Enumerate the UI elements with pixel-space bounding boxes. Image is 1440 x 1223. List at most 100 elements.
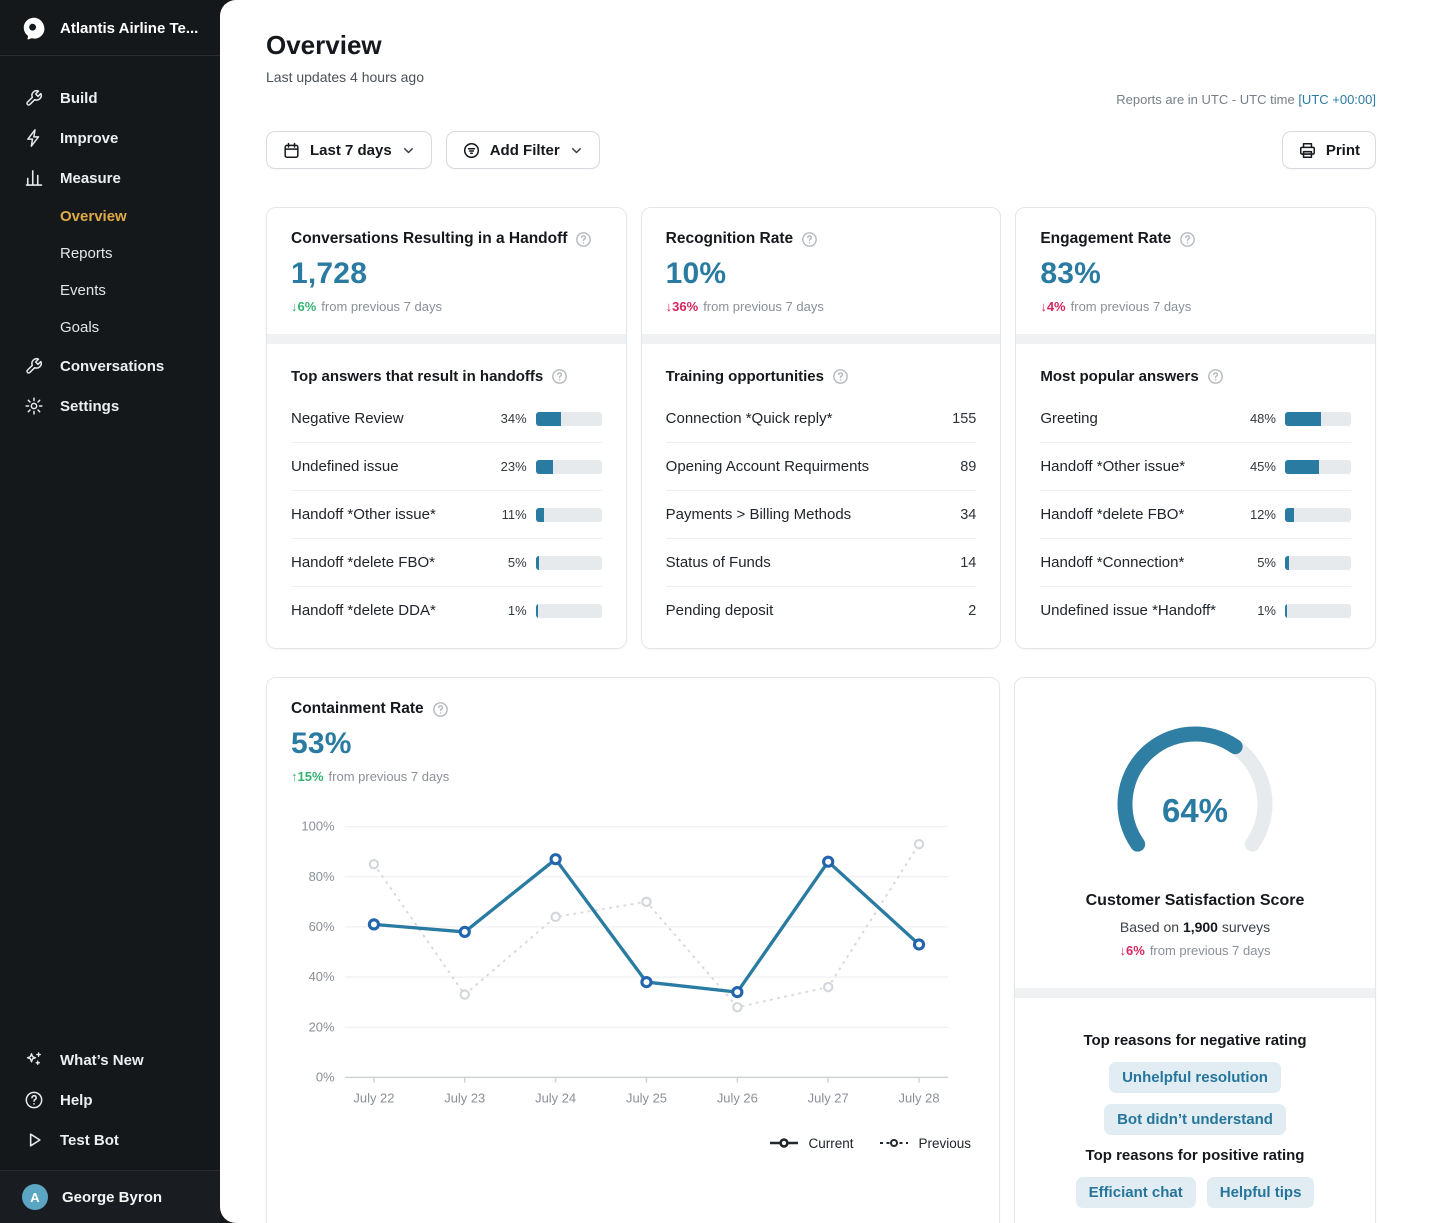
csat-card: 64% Customer Satisfaction Score Based on…: [1014, 677, 1376, 1223]
help-icon[interactable]: [551, 368, 568, 385]
timezone-text: Reports are in UTC - UTC time: [1116, 92, 1294, 107]
wrench-icon: [24, 88, 44, 108]
sidebar-item-events[interactable]: Events: [0, 272, 220, 309]
row-label: Handoff *delete DDA*: [291, 602, 436, 619]
sidebar-spacer: [0, 426, 220, 1040]
play-icon: [24, 1130, 44, 1150]
svg-text:July 28: July 28: [899, 1090, 940, 1105]
svg-text:July 27: July 27: [808, 1090, 849, 1105]
sidebar-item-improve[interactable]: Improve: [0, 118, 220, 158]
list-row: Pending deposit2: [666, 587, 977, 634]
row-bar: [536, 556, 602, 570]
row-count: 34: [960, 507, 976, 523]
workspace-switcher[interactable]: Atlantis Airline Te...: [0, 0, 220, 56]
row-bar: [536, 460, 602, 474]
list-row: Negative Review34%: [291, 395, 602, 443]
help-icon[interactable]: [575, 231, 592, 248]
sidebar-item-what-s-new[interactable]: What’s New: [0, 1040, 220, 1080]
help-icon[interactable]: [1179, 231, 1196, 248]
row-label: Handoff *Other issue*: [291, 506, 436, 523]
section-divider: [267, 334, 626, 344]
svg-text:40%: 40%: [309, 969, 335, 984]
list-row: Handoff *Other issue*11%: [291, 491, 602, 539]
help-icon[interactable]: [432, 701, 449, 718]
row-label: Undefined issue: [291, 458, 399, 475]
sidebar-item-help[interactable]: Help: [0, 1080, 220, 1120]
list-row: Handoff *Connection*5%: [1040, 539, 1351, 587]
chevron-down-icon: [401, 143, 416, 158]
containment-chart: 0%20%40%60%80%100%July 22July 23July 24J…: [267, 804, 999, 1126]
legend-current-glyph: [769, 1138, 799, 1148]
filter-icon: [462, 141, 481, 160]
delta-note: from previous 7 days: [703, 299, 824, 314]
svg-text:July 24: July 24: [535, 1090, 576, 1105]
sidebar-nav: Build Improve Measure Overview Reports Events…: [0, 56, 220, 426]
svg-text:July 26: July 26: [717, 1090, 758, 1105]
timezone-note: Reports are in UTC - UTC time [UTC +00:0…: [1116, 92, 1376, 107]
delta-badge: ↓36%: [666, 299, 699, 314]
date-range-label: Last 7 days: [310, 142, 392, 159]
sidebar-item-overview[interactable]: Overview: [0, 198, 220, 235]
containment-delta: ↑15%: [291, 769, 324, 784]
delta-note: from previous 7 days: [1071, 299, 1192, 314]
containment-title: Containment Rate: [291, 700, 424, 718]
card-title: Recognition Rate: [666, 230, 793, 248]
containment-line-chart: 0%20%40%60%80%100%July 22July 23July 24J…: [291, 810, 975, 1121]
csat-delta: ↓6%: [1120, 943, 1145, 958]
csat-value: 64%: [1100, 792, 1290, 830]
lightning-icon: [24, 128, 44, 148]
print-label: Print: [1326, 142, 1360, 159]
chart-legend: Current Previous: [267, 1126, 999, 1171]
wrench-icon: [24, 356, 44, 376]
list-row: Connection *Quick reply*155: [666, 395, 977, 443]
delta-badge: ↓6%: [291, 299, 316, 314]
sidebar-item-reports[interactable]: Reports: [0, 235, 220, 272]
sidebar-item-label: Improve: [60, 130, 118, 147]
delta-note: from previous 7 days: [321, 299, 442, 314]
help-icon[interactable]: [801, 231, 818, 248]
legend-current: Current: [769, 1136, 853, 1151]
reason-chip-helpful-tips: Helpful tips: [1207, 1177, 1315, 1208]
row-percent: 45%: [1246, 459, 1276, 474]
list-row: Payments > Billing Methods34: [666, 491, 977, 539]
help-icon[interactable]: [832, 368, 849, 385]
sidebar-item-settings[interactable]: Settings: [0, 386, 220, 426]
main-content: Overview Last updates 4 hours ago Report…: [220, 0, 1440, 1223]
row-percent: 5%: [497, 555, 527, 570]
positive-chips-row: Efficiant chat Helpful tips: [1035, 1177, 1355, 1208]
print-button[interactable]: Print: [1282, 131, 1376, 169]
negative-chips-row: Unhelpful resolutionBot didn’t understan…: [1035, 1062, 1355, 1135]
sidebar-item-label: Events: [60, 282, 106, 299]
row-bar: [536, 508, 602, 522]
delta-badge: ↓4%: [1040, 299, 1065, 314]
sidebar-item-build[interactable]: Build: [0, 78, 220, 118]
timezone-link[interactable]: [UTC +00:00]: [1298, 92, 1376, 107]
svg-text:100%: 100%: [301, 819, 335, 834]
conversations-resulting-in-a-handoff-card: Conversations Resulting in a Handoff1,72…: [266, 207, 627, 649]
add-filter-label: Add Filter: [490, 142, 560, 159]
csat-survey-count: 1,900: [1183, 919, 1218, 935]
date-range-button[interactable]: Last 7 days: [266, 131, 432, 169]
add-filter-button[interactable]: Add Filter: [446, 131, 600, 169]
containment-value: 53%: [291, 727, 975, 761]
last-updated-text: Last updates 4 hours ago: [266, 69, 1376, 85]
sidebar-item-measure[interactable]: Measure: [0, 158, 220, 198]
help-icon[interactable]: [1207, 368, 1224, 385]
sidebar-item-test-bot[interactable]: Test Bot: [0, 1120, 220, 1160]
list-title: Top answers that result in handoffs: [291, 368, 543, 385]
page-header: Overview Last updates 4 hours ago Report…: [266, 30, 1376, 85]
positive-reasons-title: Top reasons for positive rating: [1035, 1147, 1355, 1164]
sidebar-item-label: Measure: [60, 170, 121, 187]
svg-text:20%: 20%: [309, 1019, 335, 1034]
sidebar-item-conversations[interactable]: Conversations: [0, 346, 220, 386]
sparkles-icon: [24, 1050, 44, 1070]
sidebar-item-goals[interactable]: Goals: [0, 309, 220, 346]
row-count: 155: [952, 411, 976, 427]
user-menu[interactable]: A George Byron: [0, 1170, 220, 1223]
svg-text:0%: 0%: [316, 1070, 335, 1085]
row-percent: 48%: [1246, 411, 1276, 426]
row-label: Handoff *delete FBO*: [291, 554, 435, 571]
sidebar-item-label: Reports: [60, 245, 113, 262]
reason-chip-efficiant-chat: Efficiant chat: [1076, 1177, 1196, 1208]
sidebar-item-label: Goals: [60, 319, 99, 336]
